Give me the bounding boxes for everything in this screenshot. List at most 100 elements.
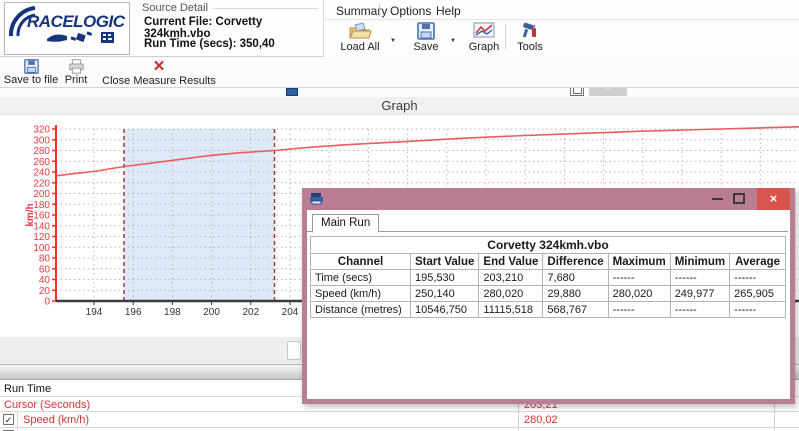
toolbar-separator — [505, 24, 506, 50]
measure-results-dialog: × Main Run Corvetty 324kmh.vboChannelSta… — [302, 188, 795, 404]
results-cell: ------ — [670, 270, 729, 286]
results-cell: 280,020 — [479, 286, 543, 302]
results-cell: 11115,518 — [479, 302, 543, 318]
results-cell: ------ — [670, 302, 729, 318]
x-tick-label: 194 — [86, 307, 103, 318]
results-cell: 250,140 — [410, 286, 478, 302]
qr-code-icon — [101, 32, 114, 43]
results-table-title: Corvetty 324kmh.vbo — [311, 237, 786, 254]
results-cell: 203,210 — [479, 270, 543, 286]
y-tick-label: 260 — [33, 157, 50, 168]
print-button[interactable]: Print — [60, 59, 92, 86]
y-tick-label: 100 — [33, 243, 50, 254]
y-tick-label: 280 — [33, 146, 50, 157]
measure-toolbar: Save to file Print × Close Measure Resul… — [0, 58, 799, 88]
results-cell: 249,977 — [670, 286, 729, 302]
close-measure-results-button[interactable]: × Close Measure Results — [94, 59, 224, 87]
channel-checkbox[interactable]: ✓ — [3, 414, 14, 425]
x-tick-label: 204 — [282, 307, 299, 318]
minimize-button[interactable] — [712, 198, 723, 200]
results-cell: ------ — [608, 302, 670, 318]
results-cell: 195,530 — [410, 270, 478, 286]
app-window: RACELOGIC Source Detail Current File: Co… — [0, 0, 799, 431]
splitter-button[interactable] — [287, 341, 301, 360]
results-cell: 280,020 — [608, 286, 670, 302]
y-axis-label: km/h — [25, 203, 36, 226]
tools-icon — [520, 22, 540, 40]
printer-icon — [68, 59, 85, 74]
column-header: Maximum — [608, 254, 670, 270]
restore-window-button[interactable] — [570, 88, 584, 96]
close-x-icon: × — [94, 59, 224, 75]
current-file-text: Current File: Corvetty 324kmh.vbo — [144, 16, 322, 40]
menu-summary[interactable]: Summary — [332, 3, 391, 19]
x-tick-label: 196 — [125, 307, 142, 318]
source-detail-group: Source Detail Current File: Corvetty 324… — [140, 1, 322, 56]
results-cell: ------ — [608, 270, 670, 286]
logo-wordmark: RACELOGIC — [27, 12, 125, 32]
group-divider — [210, 8, 318, 9]
column-header: Difference — [543, 254, 608, 270]
y-tick-label: 80 — [39, 254, 51, 265]
results-row: Time (secs)195,530203,2107,680----------… — [311, 270, 786, 286]
menu-help[interactable]: Help — [432, 3, 465, 19]
y-tick-label: 40 — [39, 275, 51, 286]
y-tick-label: 0 — [44, 297, 50, 308]
graph-icon — [473, 22, 495, 40]
floppy-disk-icon — [23, 59, 40, 74]
maximize-button[interactable] — [733, 193, 745, 204]
open-folder-icon — [348, 22, 372, 40]
y-tick-label: 200 — [33, 189, 50, 200]
print-label: Print — [65, 74, 88, 86]
y-tick-label: 240 — [33, 168, 50, 179]
results-table: Corvetty 324kmh.vboChannelStart ValueEnd… — [310, 236, 786, 318]
y-tick-label: 60 — [39, 264, 51, 275]
menu-separator — [379, 3, 380, 17]
dialog-content: Main Run Corvetty 324kmh.vboChannelStart… — [307, 210, 790, 399]
save-button[interactable]: Save — [406, 22, 446, 53]
column-header: Start Value — [410, 254, 478, 270]
menu-bar: Summary Options Help — [324, 0, 799, 20]
dialog-titlebar[interactable]: × — [302, 188, 795, 210]
results-cell: ------ — [730, 270, 786, 286]
save-to-file-button[interactable]: Save to file — [2, 59, 60, 86]
y-tick-label: 120 — [33, 232, 50, 243]
results-cell: 29,880 — [543, 286, 608, 302]
results-row: Distance (metres)10546,75011115,518568,7… — [311, 302, 786, 318]
car-icon — [47, 35, 67, 42]
y-tick-label: 320 — [33, 125, 50, 136]
channel-label: Run Time — [4, 383, 51, 395]
results-cell: 568,767 — [543, 302, 608, 318]
close-window-button[interactable]: × — [589, 88, 627, 96]
channel-row[interactable]: ✓Speed (km/h)280,02 — [0, 412, 799, 428]
close-button[interactable]: × — [757, 188, 790, 210]
dialog-app-icon — [310, 192, 325, 205]
load-all-button[interactable]: Load All — [334, 22, 386, 53]
results-cell: ------ — [730, 302, 786, 318]
save-label: Save — [413, 41, 438, 53]
results-cell: 7,680 — [543, 270, 608, 286]
column-header: Average — [730, 254, 786, 270]
results-cell: Time (secs) — [311, 270, 411, 286]
graph-window-title: Graph — [0, 97, 799, 114]
y-tick-label: 20 — [39, 286, 51, 297]
channel-value: 280,02 — [524, 414, 558, 426]
tab-main-run[interactable]: Main Run — [312, 214, 379, 233]
close-measure-results-label: Close Measure Results — [102, 75, 216, 87]
results-cell: Distance (metres) — [311, 302, 411, 318]
floppy-disk-icon — [416, 22, 436, 40]
x-tick-label: 202 — [242, 307, 259, 318]
tools-button[interactable]: Tools — [510, 22, 550, 53]
graph-window-icon — [286, 88, 298, 96]
graph-label: Graph — [469, 41, 500, 53]
menu-options[interactable]: Options — [386, 3, 435, 19]
run-time-text: Run Time (secs): 350,40 — [144, 38, 275, 50]
channel-label: Cursor (Seconds) — [4, 399, 90, 411]
load-all-label: Load All — [340, 41, 379, 53]
load-all-dropdown-arrow[interactable]: ▼ — [390, 38, 396, 44]
save-dropdown-arrow[interactable]: ▼ — [450, 38, 456, 44]
header-bar: RACELOGIC Source Detail Current File: Co… — [0, 0, 799, 57]
save-to-file-label: Save to file — [4, 74, 58, 86]
graph-button[interactable]: Graph — [462, 22, 506, 53]
y-tick-label: 300 — [33, 135, 50, 146]
